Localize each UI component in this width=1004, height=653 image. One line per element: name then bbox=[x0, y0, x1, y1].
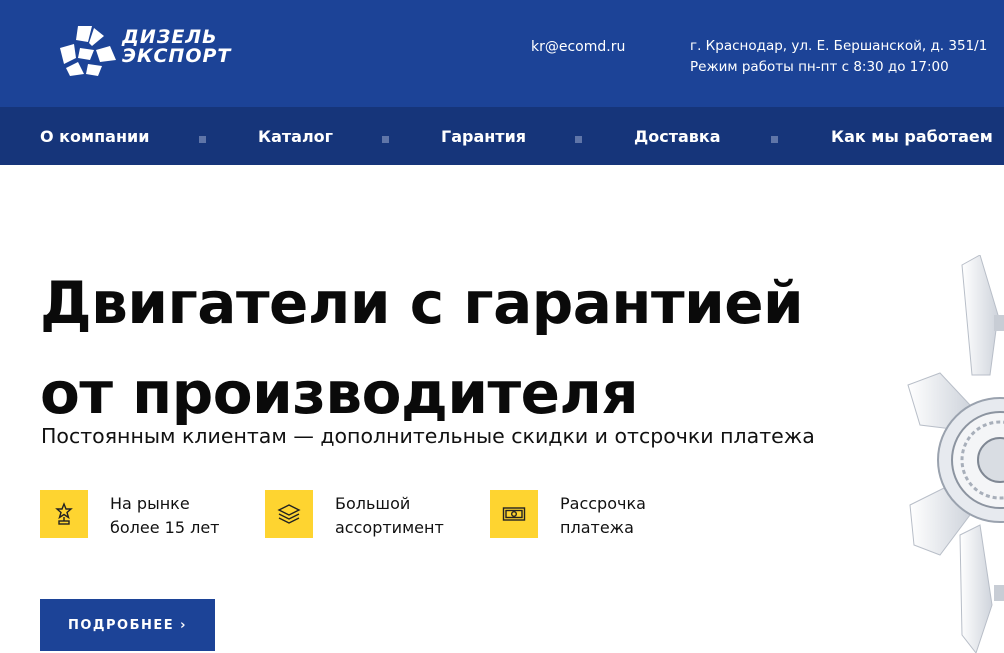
layers-icon bbox=[265, 490, 313, 538]
feature-label-line2: платежа bbox=[560, 518, 634, 537]
logo-icon bbox=[60, 26, 116, 76]
nav-item-warranty[interactable]: Гарантия bbox=[441, 127, 526, 146]
main-nav: О компании Каталог Гарантия Доставка Как… bbox=[0, 107, 1004, 165]
award-icon bbox=[40, 490, 88, 538]
hero-title-line1: Двигатели с гарантией bbox=[40, 269, 804, 337]
nav-item-about[interactable]: О компании bbox=[40, 127, 149, 146]
hero-subtitle: Постоянным клиентам — дополнительные ски… bbox=[41, 424, 815, 448]
feature-label-line2: более 15 лет bbox=[110, 518, 220, 537]
logo-text-line2: ЭКСПОРТ bbox=[122, 45, 232, 67]
nav-separator bbox=[382, 136, 389, 143]
feature-label-line1: Большой bbox=[335, 494, 411, 513]
hero-title: Двигатели с гарантией от производителя bbox=[40, 258, 804, 438]
nav-item-how-we-work[interactable]: Как мы работаем bbox=[831, 127, 993, 146]
nav-separator bbox=[575, 136, 582, 143]
money-icon bbox=[490, 490, 538, 538]
nav-separator bbox=[199, 136, 206, 143]
work-hours-text: Режим работы пн-пт с 8:30 до 17:00 bbox=[690, 59, 949, 75]
nav-separator bbox=[771, 136, 778, 143]
contact-info: г. Краснодар, ул. Е. Бершанской, д. 351/… bbox=[690, 36, 987, 78]
feature-label-line1: Рассрочка bbox=[560, 494, 646, 513]
email-link[interactable]: kr@ecomd.ru bbox=[531, 39, 625, 55]
feature-label-line1: На рынке bbox=[110, 494, 190, 513]
nav-item-delivery[interactable]: Доставка bbox=[634, 127, 721, 146]
feature-label-line2: ассортимент bbox=[335, 518, 444, 537]
header-bar: ДИЗЕЛЬ ЭКСПОРТ kr@ecomd.ru г. Краснодар,… bbox=[0, 0, 1004, 107]
more-button[interactable]: ПОДРОБНЕЕ › bbox=[40, 599, 215, 651]
logo[interactable]: ДИЗЕЛЬ ЭКСПОРТ bbox=[58, 24, 233, 78]
nav-item-catalog[interactable]: Каталог bbox=[258, 127, 333, 146]
address-text: г. Краснодар, ул. Е. Бершанской, д. 351/… bbox=[690, 38, 988, 54]
engine-fan-image bbox=[900, 254, 1004, 653]
